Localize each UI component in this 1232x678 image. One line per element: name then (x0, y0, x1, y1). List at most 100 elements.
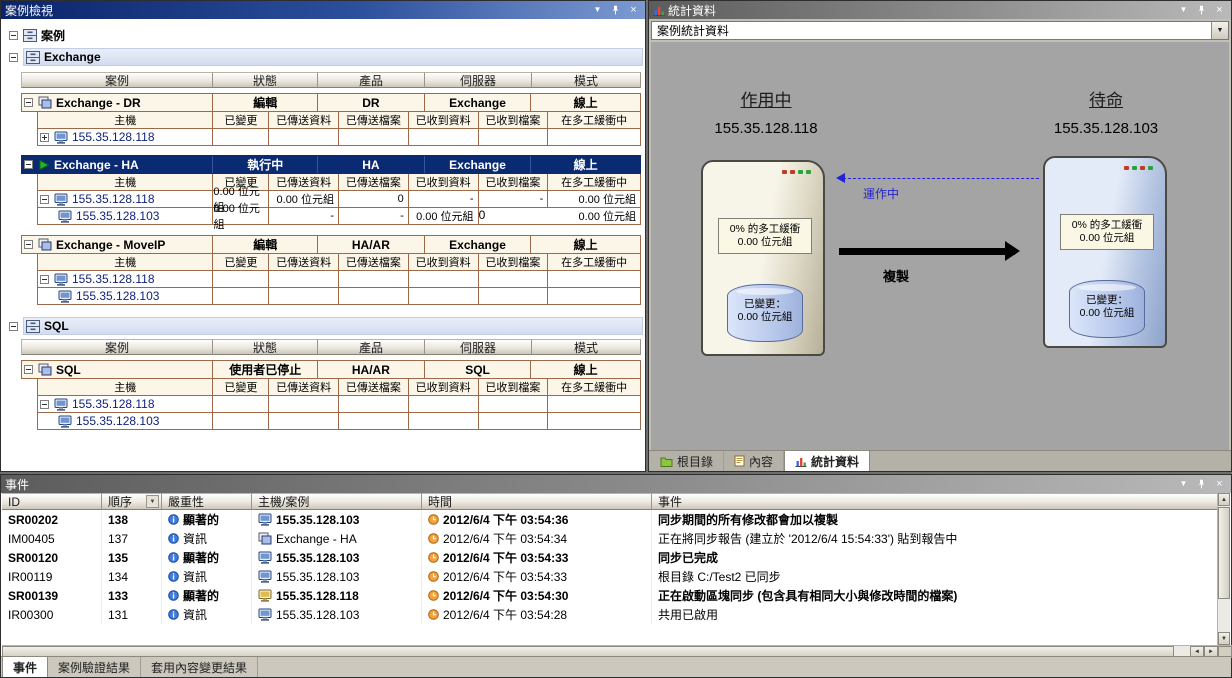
collapse-icon[interactable] (9, 31, 18, 40)
statistics-combo[interactable]: 案例統計資料 ▼ (651, 21, 1229, 40)
scroll-down-icon[interactable]: ▼ (1218, 632, 1230, 645)
column-header-sent-files[interactable]: 已傳送檔案 (339, 379, 409, 395)
collapse-icon[interactable] (24, 240, 33, 249)
column-header-in-spool[interactable]: 在多工緩衝中 (548, 254, 640, 270)
scenario-row-exchange-dr[interactable]: Exchange - DR 編輯 DR Exchange 線上 (21, 93, 641, 112)
expand-icon[interactable] (40, 133, 49, 142)
events-titlebar[interactable]: 事件 ▼ × (1, 475, 1231, 493)
column-header-scenario[interactable]: 案例 (21, 72, 213, 88)
tab-events[interactable]: 事件 (2, 657, 48, 677)
close-icon[interactable]: × (626, 3, 641, 17)
column-header-server[interactable]: 伺服器 (425, 339, 532, 355)
close-icon[interactable]: × (1212, 3, 1227, 17)
column-header-received-data[interactable]: 已收到資料 (409, 112, 479, 128)
column-header-received-data[interactable]: 已收到資料 (409, 379, 479, 395)
scenario-row-exchange-moveip[interactable]: Exchange - MoveIP 編輯 HA/AR Exchange 線上 (21, 235, 641, 254)
collapse-icon[interactable] (9, 322, 18, 331)
column-header-received-data[interactable]: 已收到資料 (409, 254, 479, 270)
close-icon[interactable]: × (1212, 477, 1227, 491)
column-header-sent-data[interactable]: 已傳送資料 (269, 379, 339, 395)
scenario-row-exchange-ha[interactable]: Exchange - HA 執行中 HA Exchange 線上 (21, 155, 641, 174)
column-header-sent-files[interactable]: 已傳送檔案 (339, 112, 409, 128)
column-header-sent-data[interactable]: 已傳送資料 (269, 112, 339, 128)
event-row[interactable]: SR00139 133 顯著的 155.35.128.118 2012/6/4 … (2, 586, 1218, 605)
collapse-icon[interactable] (40, 275, 49, 284)
sort-filter-icon[interactable]: ▼ (146, 495, 159, 508)
column-header-product[interactable]: 產品 (318, 339, 425, 355)
column-header-severity[interactable]: 嚴重性 (162, 493, 252, 510)
column-header-server[interactable]: 伺服器 (425, 72, 532, 88)
column-header-sent-data[interactable]: 已傳送資料 (269, 254, 339, 270)
column-header-received-data[interactable]: 已收到資料 (409, 174, 479, 190)
tree-root-scenarios[interactable]: 案例 (1, 26, 645, 44)
tab-scenario-validation-results[interactable]: 案例驗證結果 (48, 657, 141, 677)
column-header-sent-files[interactable]: 已傳送檔案 (339, 174, 409, 190)
column-header-sequence[interactable]: 順序 ▼ (102, 493, 162, 510)
event-row[interactable]: IM00405 137 資訊 Exchange - HA 2012/6/4 下午… (2, 529, 1218, 548)
column-header-changed[interactable]: 已變更 (213, 379, 269, 395)
tree-group-exchange[interactable]: Exchange (1, 48, 645, 66)
column-header-sent-data[interactable]: 已傳送資料 (269, 174, 339, 190)
column-header-state[interactable]: 狀態 (213, 339, 318, 355)
column-header-host-scenario[interactable]: 主機/案例 (252, 493, 422, 510)
column-header-in-spool[interactable]: 在多工緩衝中 (548, 174, 640, 190)
column-header-host[interactable]: 主機 (38, 379, 213, 395)
event-row[interactable]: IR00300 131 資訊 155.35.128.103 2012/6/4 下… (2, 605, 1218, 624)
column-header-received-files[interactable]: 已收到檔案 (479, 379, 549, 395)
collapse-icon[interactable] (24, 365, 33, 374)
collapse-icon[interactable] (24, 160, 33, 169)
event-row[interactable]: SR00120 135 顯著的 155.35.128.103 2012/6/4 … (2, 548, 1218, 567)
host-row[interactable]: 155.35.128.118 0.00 位元組 0.00 位元組 0 - - 0… (37, 191, 641, 208)
column-header-received-files[interactable]: 已收到檔案 (479, 254, 549, 270)
column-header-received-files[interactable]: 已收到檔案 (479, 174, 549, 190)
pin-icon[interactable] (1194, 3, 1209, 17)
column-header-host[interactable]: 主機 (38, 112, 213, 128)
collapse-icon[interactable] (40, 195, 49, 204)
collapse-icon[interactable] (24, 98, 33, 107)
tree-group-sql[interactable]: SQL (1, 317, 645, 335)
tab-root-directories[interactable]: 根目錄 (650, 451, 724, 471)
column-header-in-spool[interactable]: 在多工緩衝中 (548, 112, 640, 128)
column-header-changed[interactable]: 已變更 (213, 112, 269, 128)
pin-icon[interactable] (608, 3, 623, 17)
column-header-host[interactable]: 主機 (38, 174, 213, 190)
column-header-event[interactable]: 事件 (652, 493, 1218, 510)
host-row[interactable]: 155.35.128.103 (37, 288, 641, 305)
tab-properties[interactable]: 內容 (724, 451, 784, 471)
column-header-product[interactable]: 產品 (318, 72, 425, 88)
column-header-id[interactable]: ID (2, 493, 102, 510)
scroll-up-icon[interactable]: ▲ (1218, 493, 1230, 506)
host-row[interactable]: 155.35.128.103 0.00 位元組 - - 0.00 位元組 0 0… (37, 208, 641, 225)
chevron-down-icon[interactable]: ▼ (1176, 3, 1191, 17)
statistics-titlebar[interactable]: 統計資料 ▼ × (649, 1, 1231, 19)
pin-icon[interactable] (1194, 477, 1209, 491)
column-header-received-files[interactable]: 已收到檔案 (479, 112, 549, 128)
column-header-state[interactable]: 狀態 (213, 72, 318, 88)
host-row[interactable]: 155.35.128.103 (37, 413, 641, 430)
tab-statistics[interactable]: 統計資料 (784, 451, 870, 471)
chevron-down-icon[interactable]: ▼ (1176, 477, 1191, 491)
host-row[interactable]: 155.35.128.118 (37, 129, 641, 146)
column-header-sent-files[interactable]: 已傳送檔案 (339, 254, 409, 270)
column-header-time[interactable]: 時間 (422, 493, 652, 510)
column-header-changed[interactable]: 已變更 (213, 254, 269, 270)
column-header-mode[interactable]: 模式 (532, 72, 641, 88)
combo-dropdown-button[interactable]: ▼ (1211, 22, 1228, 39)
event-row[interactable]: SR00202 138 顯著的 155.35.128.103 2012/6/4 … (2, 510, 1218, 529)
events-vertical-scrollbar[interactable]: ▲ ▼ (1217, 493, 1230, 645)
host-row[interactable]: 155.35.128.118 (37, 271, 641, 288)
scrollbar-thumb[interactable] (1218, 507, 1230, 599)
scenario-view-titlebar[interactable]: 案例檢視 ▼ × (1, 1, 645, 19)
column-header-host[interactable]: 主機 (38, 254, 213, 270)
chevron-down-icon[interactable]: ▼ (590, 3, 605, 17)
column-header-scenario[interactable]: 案例 (21, 339, 213, 355)
host-row[interactable]: 155.35.128.118 (37, 396, 641, 413)
event-text: 同步期間的所有修改都會加以複製 (652, 510, 1218, 529)
collapse-icon[interactable] (40, 400, 49, 409)
tab-apply-property-changes-results[interactable]: 套用內容變更結果 (141, 657, 258, 677)
column-header-mode[interactable]: 模式 (532, 339, 641, 355)
collapse-icon[interactable] (9, 53, 18, 62)
event-row[interactable]: IR00119 134 資訊 155.35.128.103 2012/6/4 下… (2, 567, 1218, 586)
scenario-row-sql[interactable]: SQL 使用者已停止 HA/AR SQL 線上 (21, 360, 641, 379)
column-header-in-spool[interactable]: 在多工緩衝中 (548, 379, 640, 395)
